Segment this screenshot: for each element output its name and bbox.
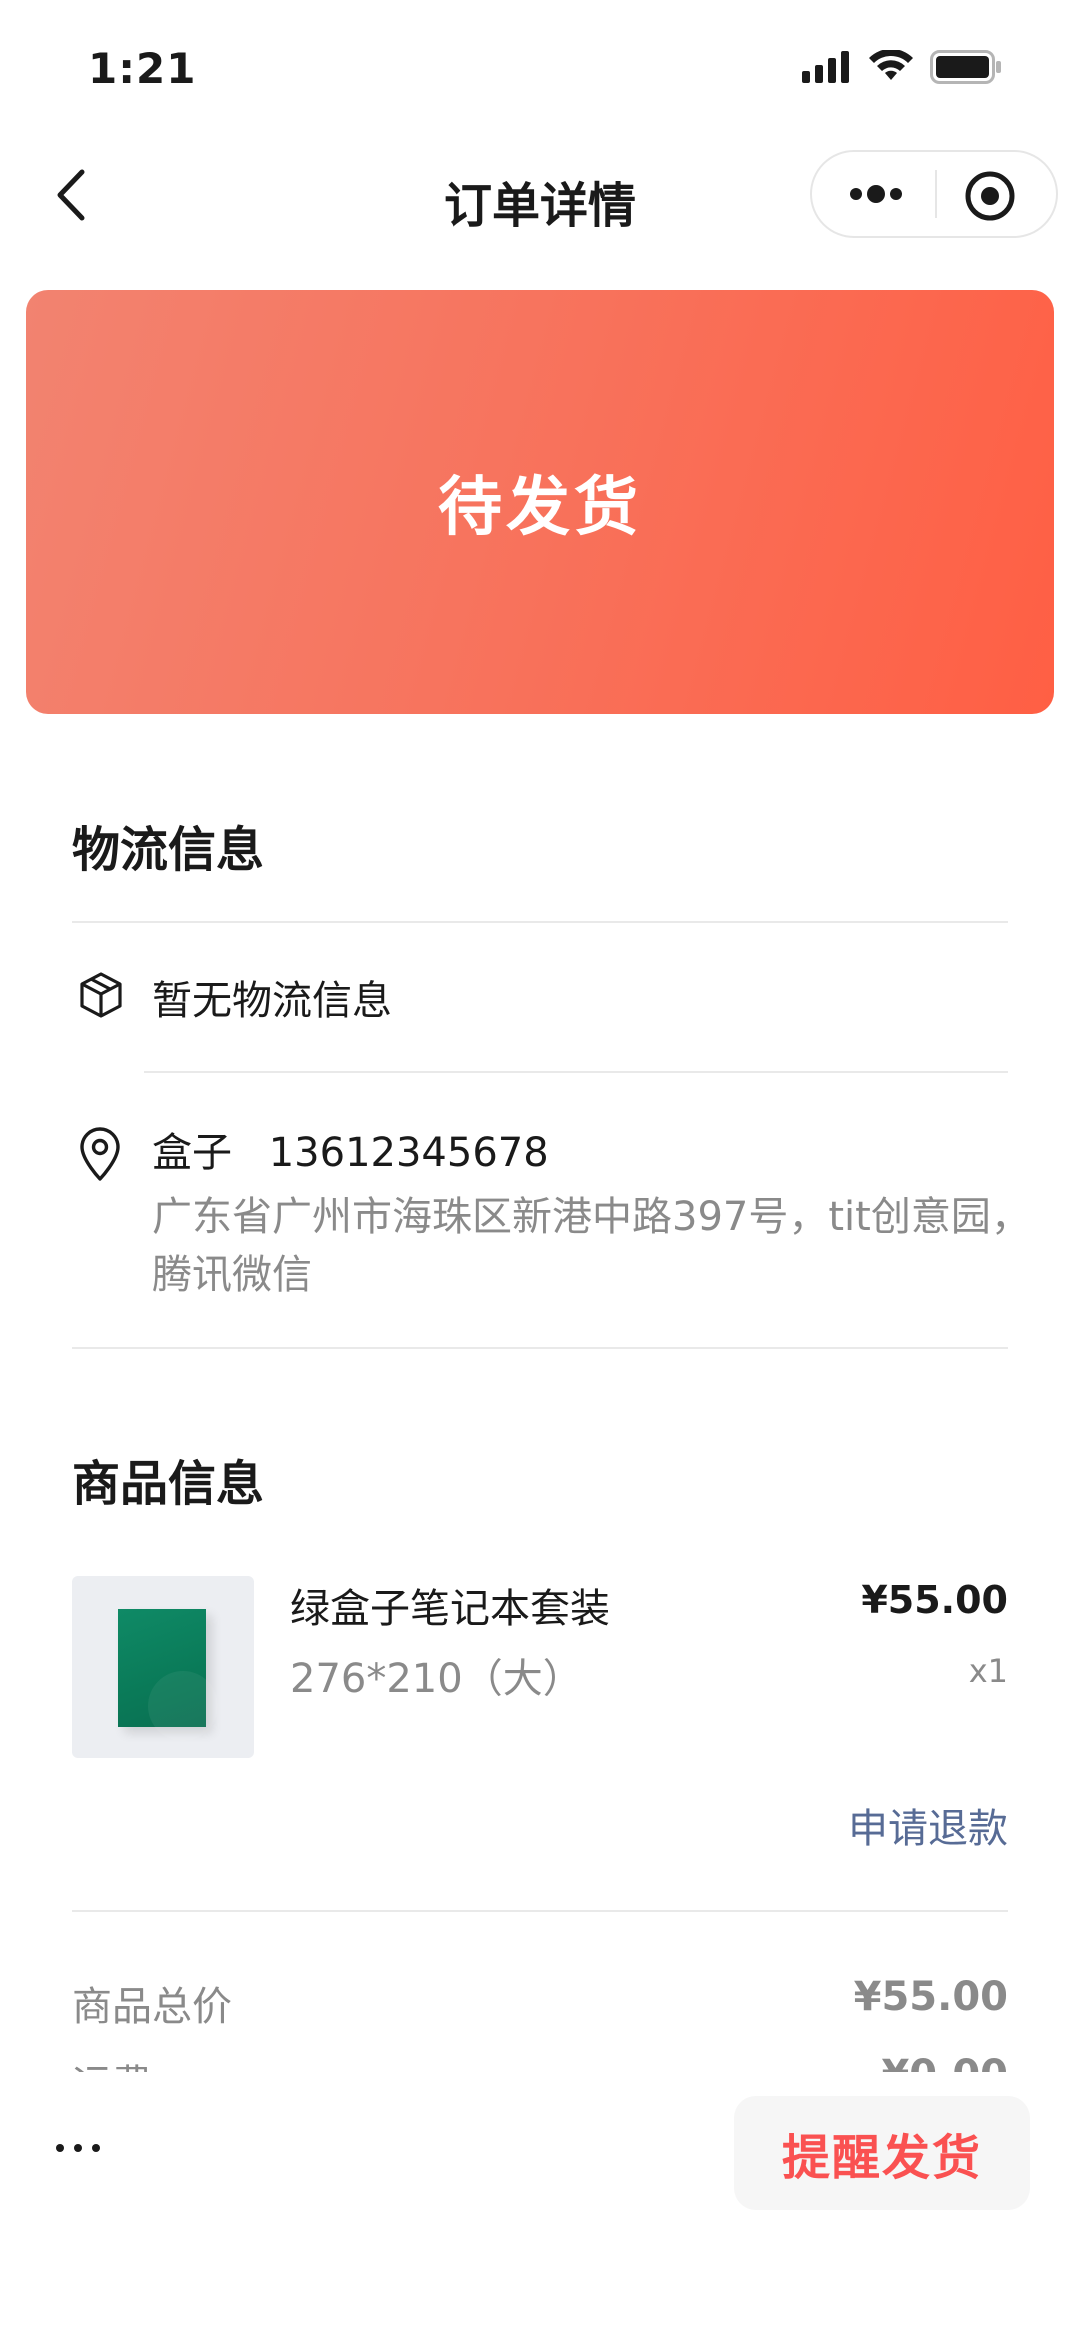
location-pin-icon bbox=[80, 1127, 120, 1181]
logistics-section-title: 物流信息 bbox=[72, 822, 265, 878]
recipient-contact: 盒子 13612345678 bbox=[152, 1120, 549, 1178]
order-status-label: 待发货 bbox=[438, 471, 642, 545]
logistics-status-row[interactable]: 暂无物流信息 bbox=[72, 966, 1012, 1036]
status-icons bbox=[802, 48, 1002, 88]
notebook-image-shine bbox=[148, 1671, 218, 1741]
close-target-icon bbox=[965, 171, 1015, 221]
order-status-banner: 待发货 bbox=[26, 290, 1054, 714]
nav-bar: 订单详情 bbox=[0, 140, 1080, 250]
wifi-icon bbox=[868, 48, 914, 88]
more-icon bbox=[850, 185, 902, 203]
battery-icon bbox=[930, 50, 1002, 88]
recipient-address: 广东省广州市海珠区新港中路397号，tit创意园，腾讯微信 bbox=[152, 1194, 1031, 1298]
more-dot-icon bbox=[92, 2144, 100, 2152]
items-total-label: 商品总价 bbox=[72, 1984, 232, 2030]
items-total-row: 商品总价 ¥55.00 bbox=[72, 1974, 1008, 2032]
logistics-divider-top bbox=[72, 921, 1008, 923]
recipient-name: 盒子 bbox=[152, 1130, 232, 1176]
capsule-more-button[interactable] bbox=[846, 174, 906, 214]
signal-icon bbox=[802, 51, 852, 87]
refund-button[interactable]: 申请退款 bbox=[848, 1796, 1008, 1854]
capsule-divider bbox=[935, 170, 937, 218]
more-dot-icon bbox=[74, 2144, 82, 2152]
product-name[interactable]: 绿盒子笔记本套装 bbox=[290, 1576, 610, 1634]
status-time: 1:21 bbox=[88, 44, 197, 93]
capsule-close-button[interactable] bbox=[964, 170, 1016, 222]
notebook-image bbox=[118, 1609, 218, 1741]
recipient-phone: 13612345678 bbox=[268, 1130, 549, 1176]
items-total-value: ¥55.00 bbox=[853, 1974, 1008, 2020]
product-section-title: 商品信息 bbox=[72, 1456, 265, 1512]
status-bar: 1:21 bbox=[0, 0, 1080, 130]
product-divider bbox=[72, 1910, 1008, 1912]
bottom-action-bar: 提醒发货 bbox=[0, 2072, 1080, 2332]
more-dot-icon bbox=[56, 2144, 64, 2152]
product-thumbnail[interactable] bbox=[72, 1576, 254, 1758]
remind-shipping-button[interactable]: 提醒发货 bbox=[734, 2096, 1030, 2210]
logistics-status-text: 暂无物流信息 bbox=[152, 978, 392, 1024]
package-icon bbox=[80, 972, 122, 1018]
order-detail-page: 1:21 订单详情 待发货 物流信息 暂无物流信息 盒子 13612345678… bbox=[0, 0, 1080, 2332]
more-actions-button[interactable] bbox=[56, 2138, 112, 2158]
product-quantity: x1 bbox=[968, 1652, 1008, 1690]
logistics-divider-middle bbox=[144, 1071, 1008, 1073]
miniprogram-capsule bbox=[810, 150, 1058, 238]
logistics-divider-bottom bbox=[72, 1347, 1008, 1349]
product-spec: 276*210（大） bbox=[290, 1656, 583, 1702]
product-price: ¥55.00 bbox=[861, 1578, 1008, 1622]
